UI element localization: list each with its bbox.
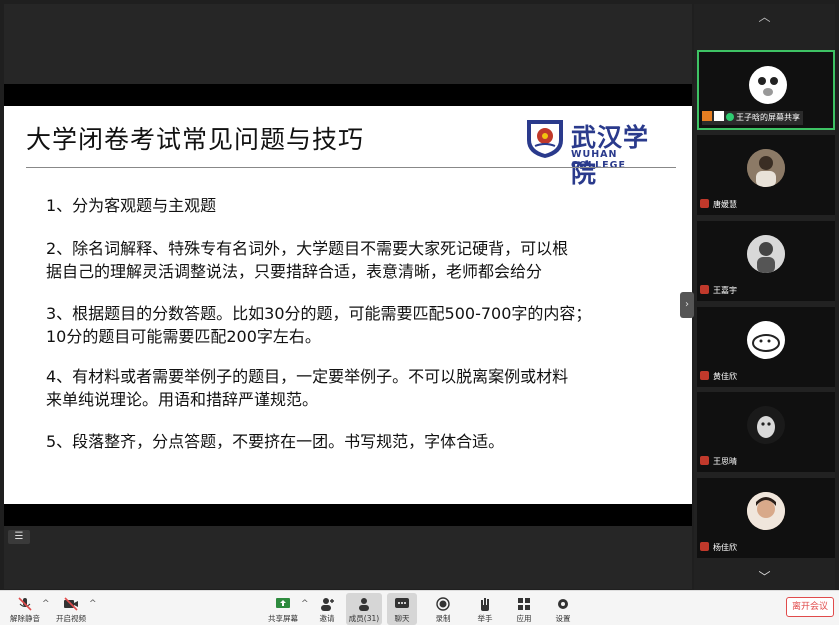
participant-name: 王思晴 [700,455,737,469]
mic-muted-icon [700,285,709,294]
participant-tile[interactable]: 杨佳欣 [697,478,835,558]
participant-name: 杨佳欣 [700,541,737,555]
mic-muted-icon [700,456,709,465]
participant-tile[interactable]: 唐媛慧 [697,135,835,215]
college-emblem-icon [527,120,563,158]
point-line: 来单纯说理论。用语和措辞严谨规范。 [46,390,319,409]
point-line: 3、根据题目的分数答题。比如30分的题，可能需要匹配500-700字的内容； [46,304,592,323]
point-line: 2、除名词解释、特殊专有名词外，大学题目不需要大家死记硬背，可以根 [46,239,569,258]
members-label: 成员(31) [348,614,380,623]
participant-name: 唐媛慧 [700,198,737,212]
invite-label: 邀请 [319,614,335,623]
mic-muted-icon [700,542,709,551]
chevron-down-icon[interactable]: ﹀ [694,564,835,590]
point-line: 4、有材料或者需要举例子的题目，一定要举例子。不可以脱离案例或材料 [46,367,569,386]
participant-name: 黄佳欣 [700,370,737,384]
start-video-button[interactable]: 开启视频 [54,593,88,625]
slide-bottom-band [4,504,692,526]
gear-icon [558,599,568,609]
chat-icon [395,598,409,608]
share-screen-button[interactable]: 共享屏幕 [266,593,300,625]
person-photo-icon [747,492,785,530]
hand-icon [481,598,489,611]
start-video-label: 开启视频 [56,614,86,623]
meeting-toolbar: 解除静音 ^ 开启视频 ^ 共享屏幕 ^ 邀请 成员(31) 聊天 录制 举手 … [0,590,839,625]
person-photo-icon [747,149,785,187]
cartoon-seal-icon [747,321,785,359]
screen-share-icon [714,111,724,121]
slide-top-band [4,84,692,106]
title-divider [26,167,676,168]
apps-grid-icon [518,598,530,610]
share-screen-icon [276,598,290,608]
slide-point-2: 2、除名词解释、特殊专有名词外，大学题目不需要大家死记硬背，可以根 据自己的理解… [46,237,646,283]
leave-meeting-button[interactable]: 离开会议 [786,597,834,617]
point-line: 据自己的理解灵活调整说法，只要措辞合适，表意清晰，老师都会给分 [46,262,543,281]
unmute-button[interactable]: 解除静音 [8,593,42,625]
college-logo: 武汉学院 WUHAN COLLEGE [523,114,673,188]
person-photo-icon [747,235,785,273]
participant-tile[interactable]: 王子晗的屏幕共享 [697,50,835,130]
raise-hand-label: 举手 [477,614,493,623]
chevron-up-icon[interactable]: ^ [89,599,97,609]
chat-label: 聊天 [394,614,410,623]
record-label: 录制 [435,614,451,623]
members-icon [359,598,369,611]
cartoon-face-icon [749,66,787,104]
presentation-slide: 大学闭卷考试常见问题与技巧 武汉学院 WUHAN COLLEGE 1、分为客观题… [4,106,692,504]
participant-tile[interactable]: 黄佳欣 [697,307,835,387]
point-line: 10分的题目可能需要匹配200字左右。 [46,327,321,346]
apps-label: 应用 [516,614,532,623]
slide-point-3: 3、根据题目的分数答题。比如30分的题，可能需要匹配500-700字的内容； 1… [46,302,646,348]
unmute-label: 解除静音 [10,614,40,623]
menu-collapse-button[interactable]: ☰ [8,530,30,544]
mic-off-icon [18,597,32,611]
participant-name: 王嘉宇 [700,284,737,298]
chevron-up-icon[interactable]: ︿ [694,4,835,30]
cat-photo-icon [747,406,785,444]
point-line: 5、段落整齐，分点答题，不要挤在一团。书写规范，字体合适。 [46,432,505,451]
panel-toggle-button[interactable]: › [680,292,694,318]
mic-muted-icon [700,371,709,380]
participant-tile[interactable]: 王思晴 [697,392,835,472]
record-button[interactable]: 录制 [428,593,458,625]
mic-active-icon [726,113,734,121]
chevron-up-icon[interactable]: ^ [42,599,50,609]
slide-title: 大学闭卷考试常见问题与技巧 [26,125,365,154]
participant-tile[interactable]: 王嘉宇 [697,221,835,301]
settings-button[interactable]: 设置 [548,593,578,625]
apps-button[interactable]: 应用 [509,593,539,625]
share-screen-label: 共享屏幕 [268,614,298,623]
slide-point-5: 5、段落整齐，分点答题，不要挤在一团。书写规范，字体合适。 [46,430,646,453]
participant-panel: ︿ 王子晗的屏幕共享 唐媛慧 王嘉宇 黄佳欣 王思晴 杨佳欣 ﹀ [694,4,835,590]
participant-name: 王子晗的屏幕共享 [702,111,803,125]
share-person-icon [702,111,712,121]
mic-muted-icon [700,199,709,208]
invite-button[interactable]: 邀请 [312,593,342,625]
slide-point-4: 4、有材料或者需要举例子的题目，一定要举例子。不可以脱离案例或材料 来单纯说理论… [46,365,646,411]
invite-icon [321,598,334,611]
point-line: 1、分为客观题与主观题 [46,196,217,215]
members-button[interactable]: 成员(31) [346,593,382,625]
chat-button[interactable]: 聊天 [387,593,417,625]
meeting-window: 大学闭卷考试常见问题与技巧 武汉学院 WUHAN COLLEGE 1、分为客观题… [0,0,839,625]
raise-hand-button[interactable]: 举手 [470,593,500,625]
record-icon [436,597,450,611]
settings-label: 设置 [555,614,571,623]
chevron-up-icon[interactable]: ^ [301,599,309,609]
slide-point-1: 1、分为客观题与主观题 [46,194,646,217]
video-off-icon [64,597,78,611]
shared-screen-area: 大学闭卷考试常见问题与技巧 武汉学院 WUHAN COLLEGE 1、分为客观题… [4,4,692,589]
